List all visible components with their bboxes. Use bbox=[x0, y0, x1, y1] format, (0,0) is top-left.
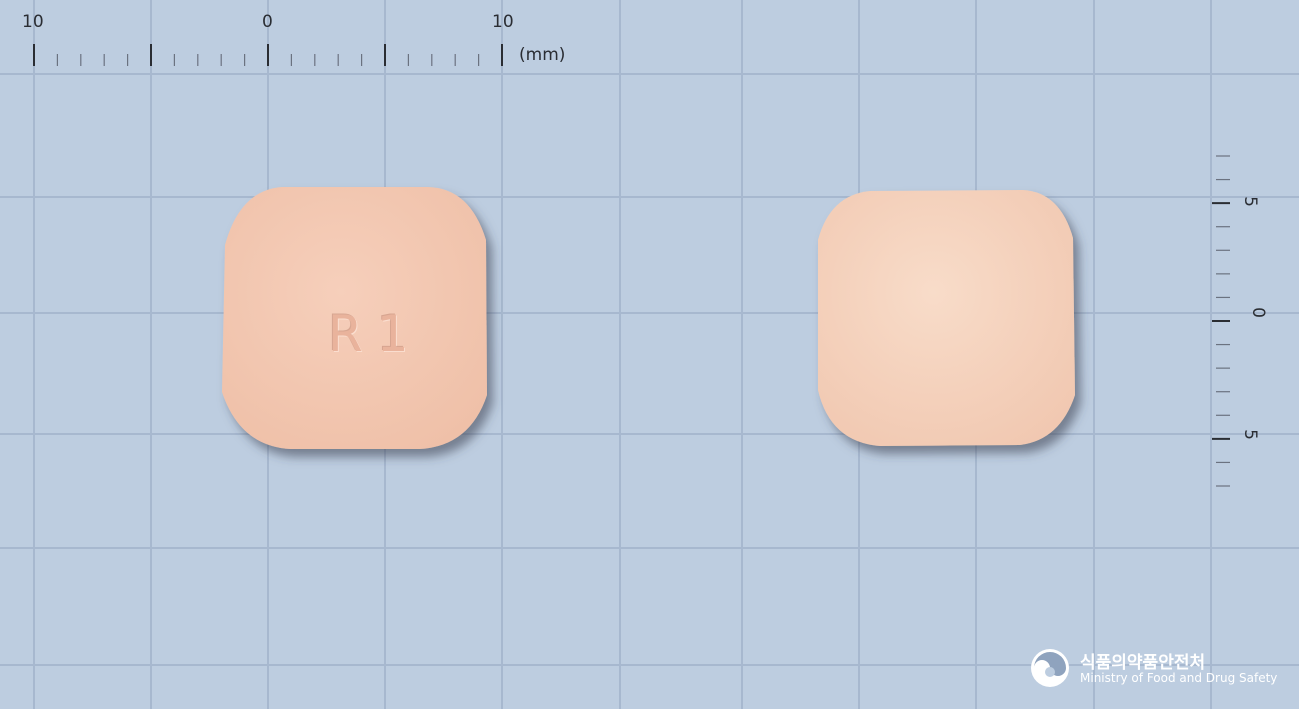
ruler-right-label-zero: 0 bbox=[1247, 307, 1268, 318]
tablet-back bbox=[818, 190, 1075, 446]
ruler-top-label-left: 10 bbox=[22, 12, 44, 32]
ruler-top bbox=[33, 44, 503, 66]
ruler-top-label-right: 10 bbox=[492, 12, 514, 32]
ruler-right-label-bottom: 5 bbox=[1239, 429, 1260, 440]
brand-korean-name: 식품의약품안전처 bbox=[1080, 653, 1206, 673]
brand-english-name: Ministry of Food and Drug Safety bbox=[1080, 671, 1278, 685]
grid-lines bbox=[0, 0, 1299, 709]
tablet-front-imprint: R1 bbox=[328, 305, 423, 363]
ruler-top-label-zero: 0 bbox=[262, 12, 273, 32]
grid-background bbox=[0, 0, 1299, 709]
ruler-right-label-top: 5 bbox=[1239, 196, 1260, 207]
mfds-logo-icon bbox=[1031, 649, 1069, 687]
ruler-unit-label: (mm) bbox=[519, 45, 566, 65]
ruler-right bbox=[1212, 155, 1230, 487]
